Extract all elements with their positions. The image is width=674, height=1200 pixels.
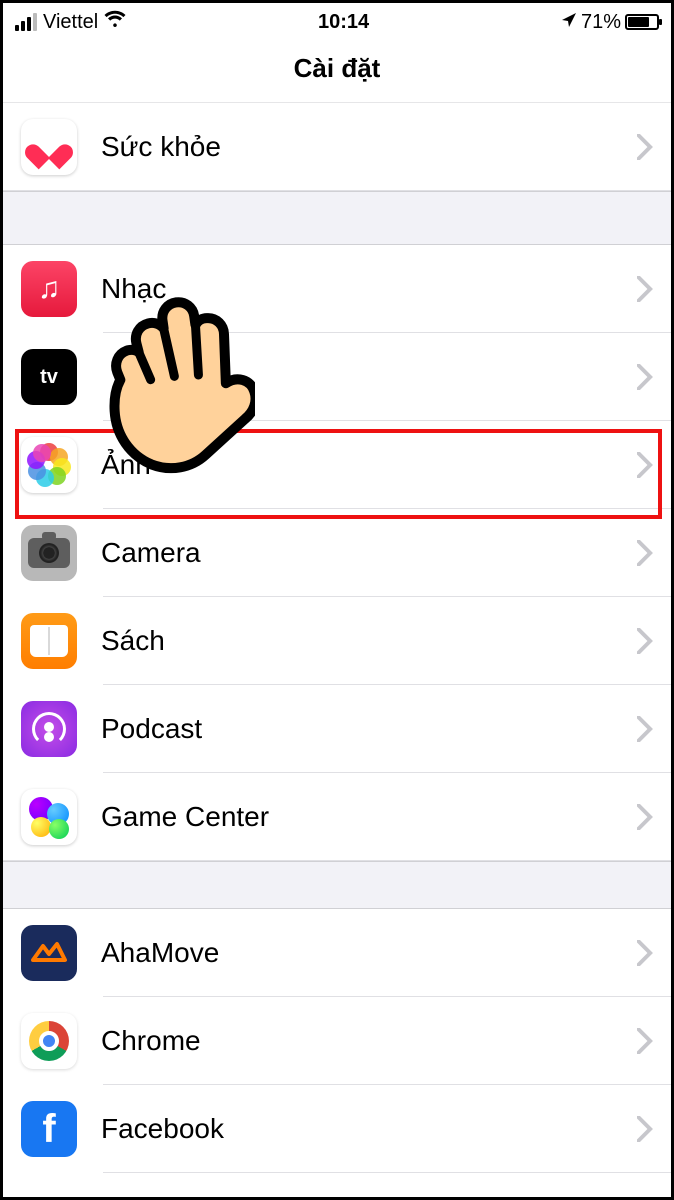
chevron-right-icon [637, 716, 653, 742]
books-icon [21, 613, 77, 669]
row-label: Camera [101, 537, 637, 569]
photos-icon [21, 437, 77, 493]
music-icon: ♫ [21, 261, 77, 317]
row-music[interactable]: ♫ Nhạc [3, 245, 671, 333]
page-title: Cài đặt [3, 41, 671, 103]
chevron-right-icon [637, 1116, 653, 1142]
chevron-right-icon [637, 1028, 653, 1054]
row-health[interactable]: Sức khỏe [3, 103, 671, 191]
row-camera[interactable]: Camera [3, 509, 671, 597]
row-label: Ảnh [101, 449, 637, 481]
chevron-right-icon [637, 364, 653, 390]
chevron-right-icon [637, 452, 653, 478]
chrome-icon [21, 1013, 77, 1069]
row-books[interactable]: Sách [3, 597, 671, 685]
health-icon [21, 119, 77, 175]
battery-percentage: 71% [581, 11, 621, 34]
ahamove-icon [21, 925, 77, 981]
location-icon [561, 11, 577, 34]
row-label: Sách [101, 625, 637, 657]
chevron-right-icon [637, 540, 653, 566]
row-label: Facebook [101, 1113, 637, 1145]
row-label: Game Center [101, 801, 637, 833]
row-facebook[interactable]: f Facebook [3, 1085, 671, 1173]
chevron-right-icon [637, 940, 653, 966]
row-chrome[interactable]: Chrome [3, 997, 671, 1085]
row-gamecenter[interactable]: Game Center [3, 773, 671, 861]
chevron-right-icon [637, 628, 653, 654]
carrier-label: Viettel [43, 11, 98, 34]
wifi-icon [104, 10, 126, 34]
group-separator [3, 191, 671, 245]
row-label: AhaMove [101, 937, 637, 969]
gamecenter-icon [21, 789, 77, 845]
row-photos[interactable]: Ảnh [3, 421, 671, 509]
podcasts-icon [21, 701, 77, 757]
row-label: Podcast [101, 713, 637, 745]
row-tv[interactable]: tv [3, 333, 671, 421]
battery-icon [625, 14, 659, 30]
camera-icon [21, 525, 77, 581]
chevron-right-icon [637, 804, 653, 830]
group-separator [3, 861, 671, 909]
row-label: Chrome [101, 1025, 637, 1057]
row-label: Nhạc [101, 273, 637, 305]
facebook-icon: f [21, 1101, 77, 1157]
cellular-signal-icon [15, 13, 37, 31]
row-label: Sức khỏe [101, 131, 637, 163]
clock: 10:14 [318, 11, 369, 34]
row-ahamove[interactable]: AhaMove [3, 909, 671, 997]
status-bar: Viettel 10:14 71% [3, 3, 671, 41]
row-podcasts[interactable]: Podcast [3, 685, 671, 773]
chevron-right-icon [637, 276, 653, 302]
chevron-right-icon [637, 134, 653, 160]
tv-icon: tv [21, 349, 77, 405]
